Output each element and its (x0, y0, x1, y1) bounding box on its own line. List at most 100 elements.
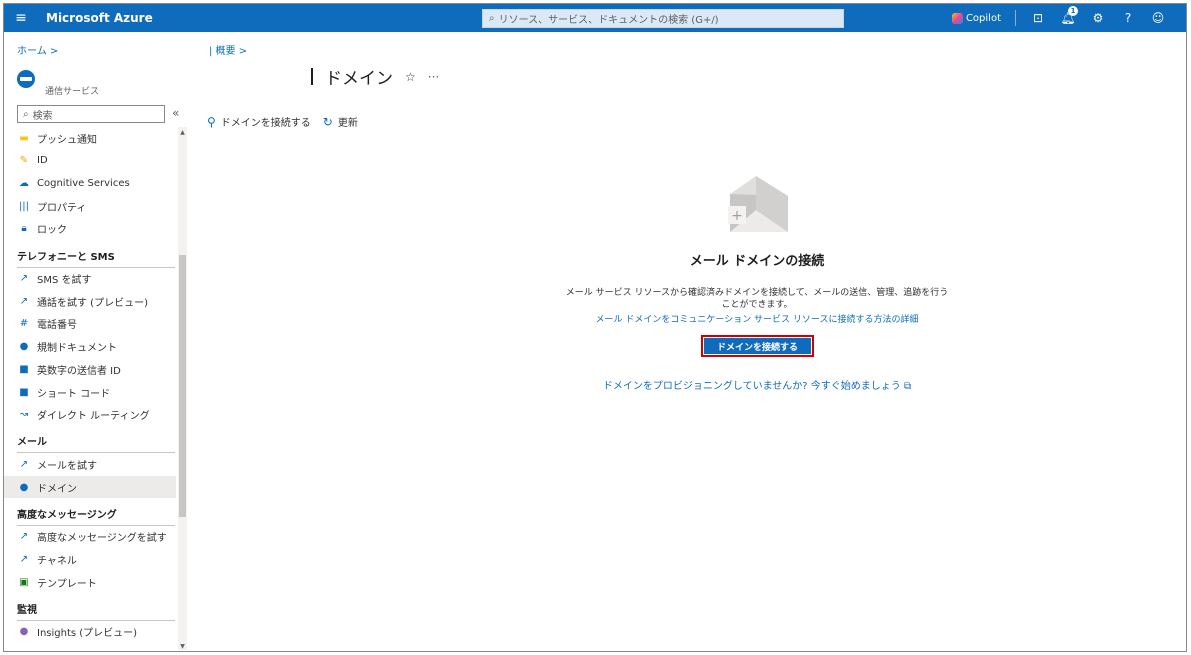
sidebar-item[interactable]: ↗ チャネル (4, 549, 176, 571)
search-icon: ⌕ (489, 13, 495, 24)
connect-domain-button[interactable]: ドメインを接続する (704, 338, 811, 354)
identity-key-icon: ✎ (19, 155, 29, 167)
try-icon: ↗ (19, 273, 29, 284)
sidebar-scrollbar[interactable]: ▲ ▼ (178, 127, 187, 650)
document-icon: ● (19, 341, 29, 353)
sidebar-item[interactable]: ▬ プッシュ通知 (4, 127, 176, 149)
sidebar-item-label: Cognitive Services (37, 177, 130, 189)
sidebar-item[interactable]: ↝ ダイレクト ルーティング (4, 404, 176, 426)
sidebar-section-header: 監視 (17, 601, 175, 621)
sidebar-item-label: 高度なメッセージングを試す (37, 533, 167, 545)
sidebar-item[interactable]: # 電話番号 (4, 313, 176, 335)
link-icon: ⚲ (207, 114, 216, 129)
cloud-icon: ☁ (19, 177, 29, 189)
feedback-icon[interactable]: ☺ (1150, 11, 1166, 25)
azure-portal-window: ≡ Microsoft Azure ⌕ リソース、サービス、ドキュメントの検索 … (3, 3, 1187, 652)
breadcrumb-overview[interactable]: | 概要 > (209, 42, 247, 57)
cloud-shell-icon[interactable]: ⊡ (1030, 11, 1046, 25)
sidebar-item-label: ID (37, 155, 48, 167)
global-search-input[interactable]: ⌕ リソース、サービス、ドキュメントの検索 (G+/) (482, 9, 844, 28)
sidebar-item-label: ショート コード (37, 388, 111, 400)
connect-domain-toolbar-button[interactable]: ⚲ ドメインを接続する (207, 114, 311, 130)
sidebar-item-label: 通話を試す (プレビュー) (37, 297, 148, 309)
command-bar: ⚲ ドメインを接続する ↻ 更新 (207, 114, 358, 130)
sender-id-icon: ■ (19, 363, 29, 375)
sidebar-item-label: ダイレクト ルーティング (37, 411, 150, 423)
copilot-button[interactable]: Copilot (951, 12, 1001, 24)
empty-state-title: メール ドメインの接続 (689, 254, 825, 269)
service-subtitle: 通信サービス (45, 87, 100, 97)
scroll-down-icon[interactable]: ▼ (178, 643, 187, 650)
top-bar-separator (1015, 10, 1016, 26)
breadcrumb-home[interactable]: ホーム > (17, 42, 58, 57)
page-title-text: ドメイン (325, 69, 393, 89)
sidebar-item-label: ドメイン (37, 483, 77, 495)
provision-domain-link[interactable]: ドメインをプロビジョニングしていませんか? 今すぐ始めましょう ⧉ (564, 377, 950, 392)
sidebar-item[interactable]: 🔒︎ ロック (4, 218, 176, 240)
sidebar-item[interactable]: ■ 英数字の送信者 ID (4, 358, 176, 380)
domain-icon: ● (19, 481, 29, 493)
sidebar-item[interactable]: ● Insights (プレビュー) (4, 621, 176, 643)
refresh-label: 更新 (337, 118, 358, 129)
push-notification-icon: ▬ (19, 132, 29, 144)
more-options-icon[interactable]: ··· (428, 70, 439, 84)
template-icon: ▣ (19, 576, 29, 588)
short-code-icon: ■ (19, 386, 29, 398)
sidebar-item-label: ロック (37, 225, 67, 237)
sidebar-item[interactable]: ✎ ID (4, 150, 176, 172)
settings-gear-icon[interactable]: ⚙ (1090, 11, 1106, 25)
search-placeholder: リソース、サービス、ドキュメントの検索 (G+/) (498, 15, 719, 26)
sidebar-item-label: 英数字の送信者 ID (37, 365, 121, 377)
svg-text:+: + (731, 208, 743, 224)
hamburger-icon[interactable]: ≡ (8, 10, 34, 26)
channel-icon: ↗ (19, 554, 29, 565)
help-icon[interactable]: ? (1120, 11, 1136, 25)
sidebar-item-label: 電話番号 (37, 320, 77, 332)
sidebar-item[interactable]: ■ ショート コード (4, 381, 176, 403)
scrollbar-thumb[interactable] (179, 255, 186, 517)
sidebar-section-header: メール (17, 433, 175, 454)
sidebar-item[interactable]: ↗ メールを試す (4, 453, 176, 475)
sidebar-item-label: 規制ドキュメント (37, 343, 117, 355)
favorite-star-icon[interactable]: ☆ (405, 70, 416, 84)
try-icon: ↗ (19, 531, 29, 543)
routing-icon: ↝ (19, 409, 29, 421)
sidebar-item-label: SMS を試す (37, 275, 92, 286)
try-icon: ↗ (19, 295, 29, 307)
sidebar-item-label: Insights (プレビュー) (37, 628, 138, 640)
sidebar-item[interactable]: ▣ テンプレート (4, 571, 176, 593)
provision-link-text: ドメインをプロビジョニングしていませんか? 今すぐ始めましょう (602, 381, 901, 392)
learn-more-link[interactable]: メール ドメインをコミュニケーション サービス リソースに接続する方法の詳細 (564, 312, 950, 325)
collapse-sidebar-button[interactable]: « (172, 106, 179, 120)
sidebar-item-label: プロパティ (37, 202, 87, 214)
sidebar-item[interactable]: ||| プロパティ (4, 195, 176, 217)
external-link-icon: ⧉ (903, 381, 912, 392)
insights-icon: ● (19, 626, 29, 638)
email-envelope-illustration: + (728, 176, 788, 232)
sidebar-item[interactable]: ☁ Cognitive Services (4, 172, 176, 194)
copilot-label: Copilot (965, 12, 1001, 24)
sidebar-item[interactable]: ↗ SMS を試す (4, 268, 176, 290)
brand-logo[interactable]: Microsoft Azure (46, 11, 153, 25)
sidebar-item[interactable]: ↗ 通話を試す (プレビュー) (4, 290, 176, 312)
connect-domain-highlight: ドメインを接続する (701, 335, 814, 357)
refresh-icon: ↻ (322, 114, 333, 129)
top-bar: ≡ Microsoft Azure ⌕ リソース、サービス、ドキュメントの検索 … (4, 4, 1186, 32)
sidebar-section-header: 高度なメッセージング (17, 506, 175, 526)
sidebar-nav: ▬ プッシュ通知 ✎ ID ☁ Cognitive Services ||| プロパティ 🔒︎ ロ… (4, 127, 176, 650)
top-bar-actions: Copilot ⊡ 🔔︎ 1 ⚙ ? ☺ (951, 4, 1166, 32)
copilot-icon (951, 12, 963, 24)
connect-domain-label: ドメインを接続する (220, 118, 311, 129)
lock-icon: 🔒︎ (21, 223, 27, 235)
sidebar-item-label: テンプレート (37, 578, 97, 590)
sidebar-item[interactable]: ● 規制ドキュメント (4, 336, 176, 358)
sidebar-item[interactable]: ● ドメイン (4, 476, 176, 499)
notifications-icon[interactable]: 🔔︎ 1 (1060, 6, 1078, 25)
sidebar-item[interactable]: ↗ 高度なメッセージングを試す (4, 526, 176, 548)
scroll-up-icon[interactable]: ▲ (178, 129, 187, 136)
sidebar-search-input[interactable]: ⌕ 検索 (17, 105, 165, 123)
title-bar (311, 68, 313, 85)
refresh-button[interactable]: ↻ 更新 (322, 114, 358, 130)
notification-badge: 1 (1068, 6, 1078, 16)
sidebar-item-label: メールを試す (37, 460, 97, 472)
